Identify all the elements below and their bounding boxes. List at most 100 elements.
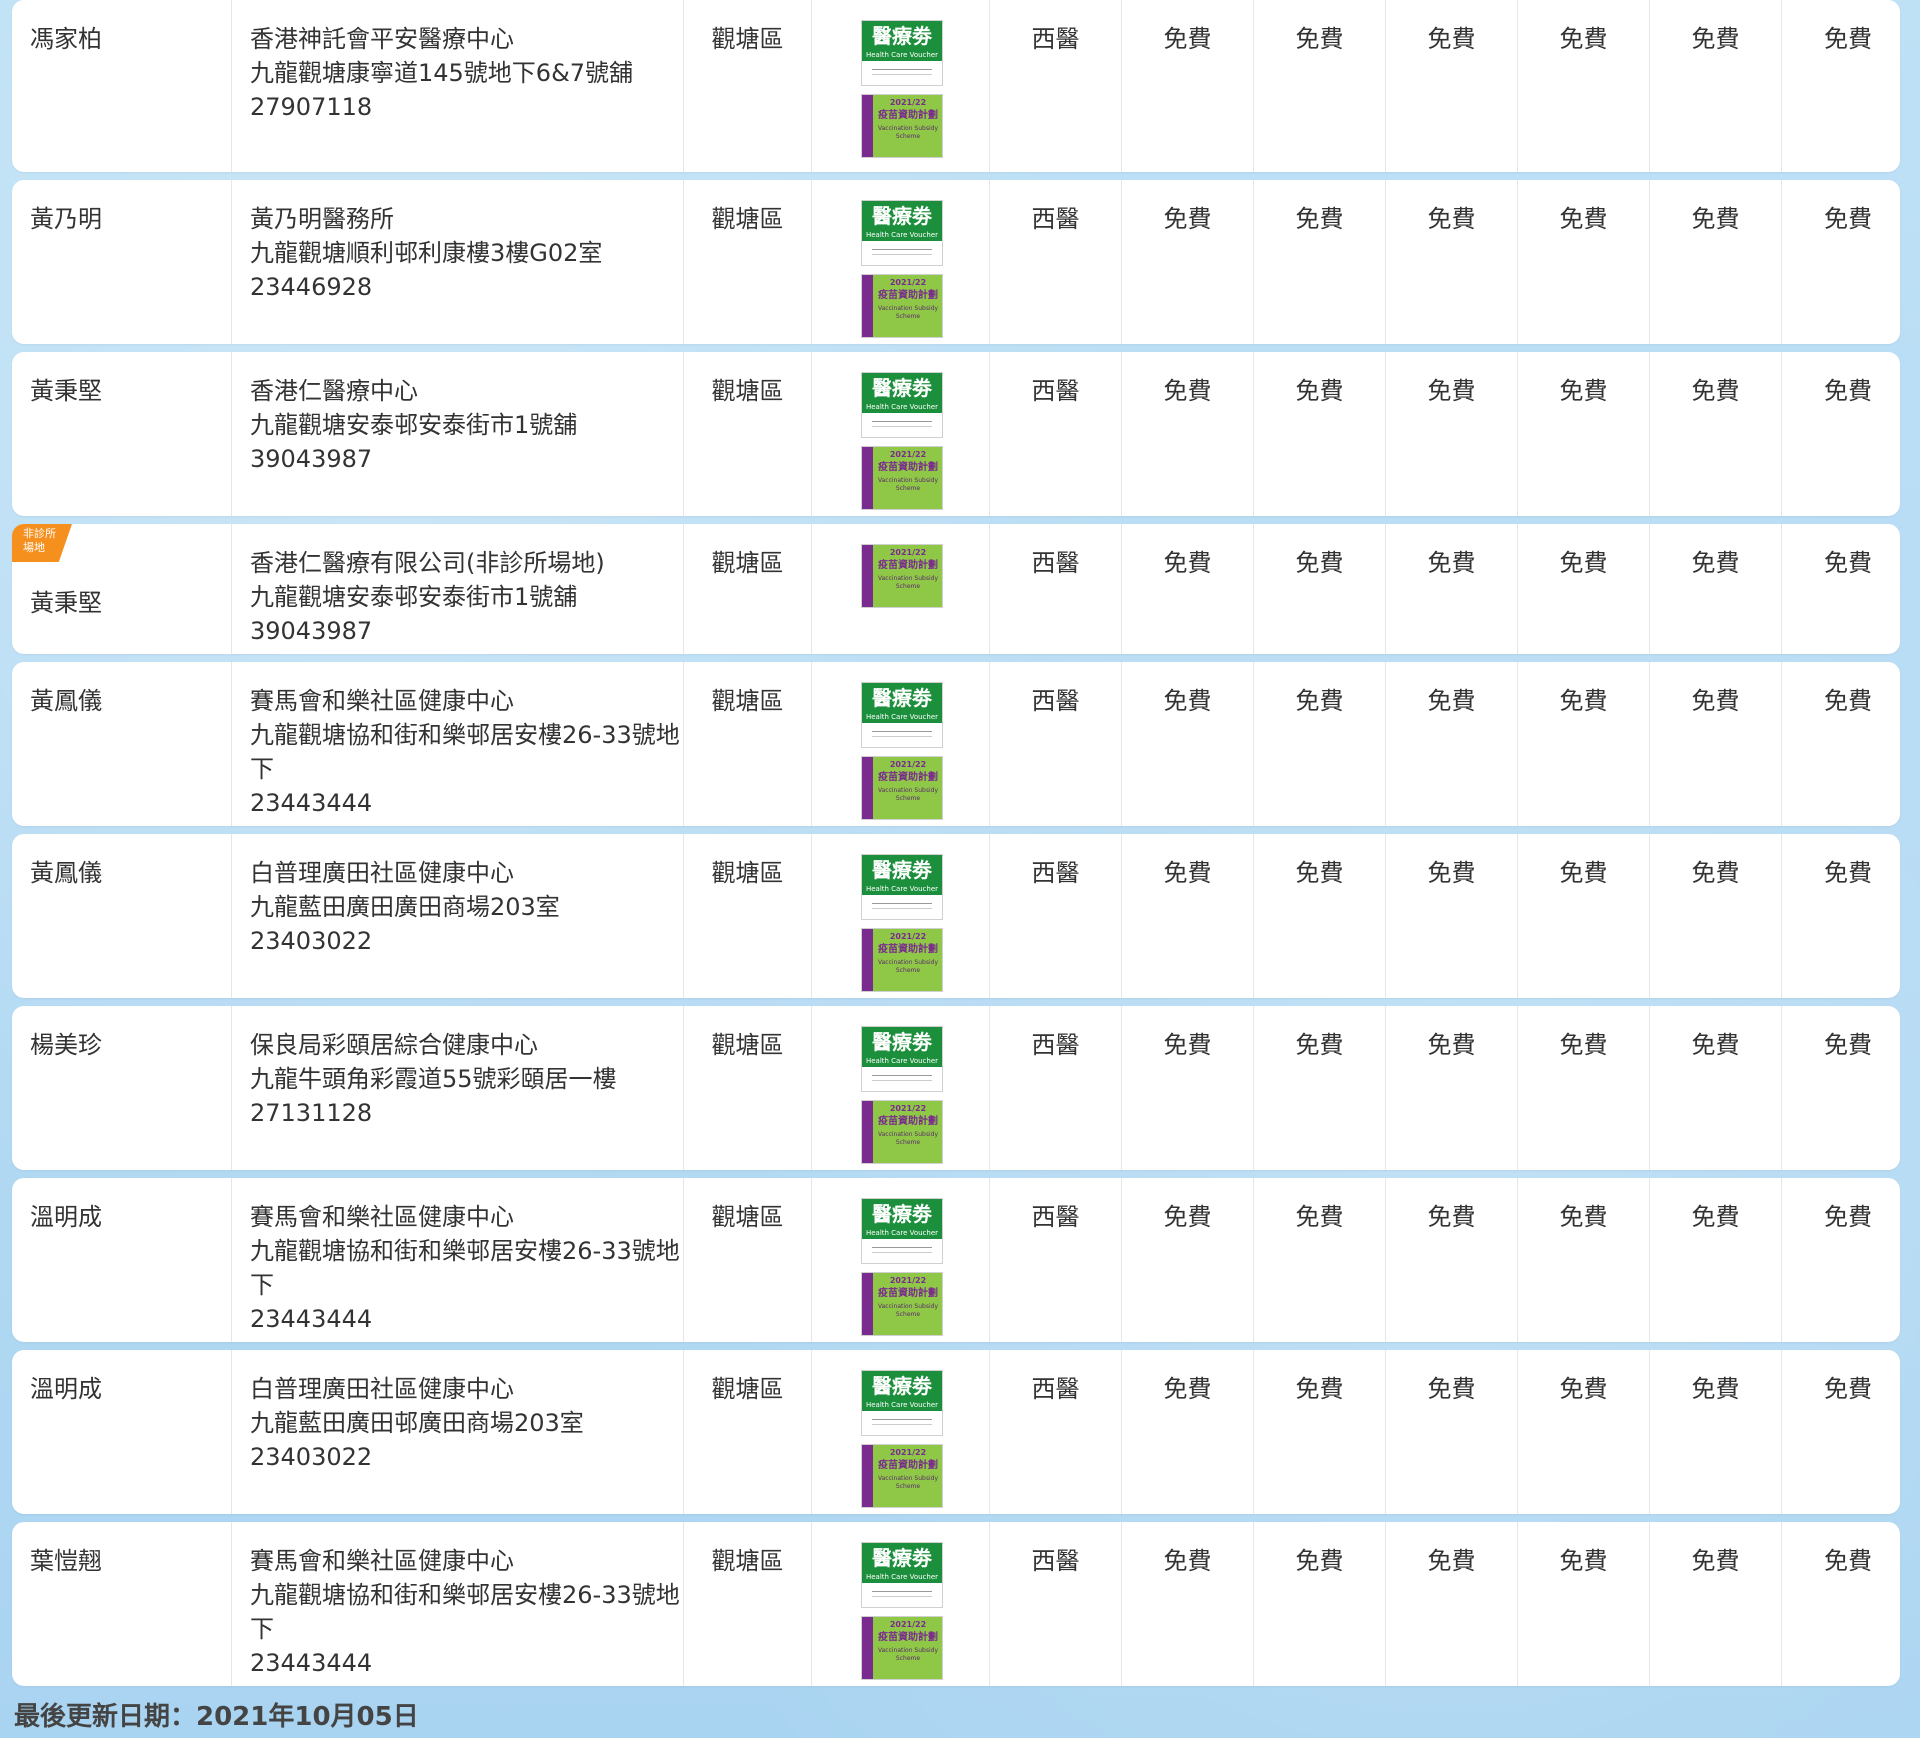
clinic-name[interactable]: 香港神託會平安醫療中心 — [250, 22, 683, 56]
vss-logo-year: 2021/22 — [889, 450, 927, 459]
vss-logo-subtitle: Vaccination Subsidy Scheme — [877, 787, 939, 802]
clinic-name[interactable]: 白普理廣田社區健康中心 — [250, 856, 683, 890]
clinic-info-cell: 白普理廣田社區健康中心 九龍藍田廣田廣田商場203室 23403022 — [232, 834, 684, 998]
clinic-phone[interactable]: 23403022 — [250, 1440, 683, 1474]
clinic-name[interactable]: 賽馬會和樂社區健康中心 — [250, 684, 683, 718]
doctor-name[interactable]: 葉愷翹 — [30, 1547, 102, 1575]
fee-cell: 免費 — [1650, 1350, 1782, 1514]
clinic-phone[interactable]: 39043987 — [250, 442, 683, 476]
vss-logo-title: 疫苗資助計劃 — [878, 1116, 938, 1127]
clinic-name[interactable]: 保良局彩頤居綜合健康中心 — [250, 1028, 683, 1062]
doctor-name[interactable]: 楊美珍 — [30, 1031, 102, 1059]
table-row[interactable]: 溫明成 白普理廣田社區健康中心 九龍藍田廣田邨廣田商場203室 23403022 觀塘區… — [12, 1350, 1900, 1514]
doctor-name[interactable]: 馮家柏 — [30, 25, 102, 53]
practice-type-cell: 西醫 — [990, 1522, 1122, 1686]
fee-label: 免費 — [1559, 687, 1608, 715]
vss-logo-stripe — [862, 447, 873, 509]
clinic-name[interactable]: 黃乃明醫務所 — [250, 202, 683, 236]
fee-label: 免費 — [1427, 859, 1476, 887]
fee-label: 免費 — [1295, 1547, 1344, 1575]
clinic-name[interactable]: 賽馬會和樂社區健康中心 — [250, 1544, 683, 1578]
clinic-phone[interactable]: 23443444 — [250, 1646, 683, 1680]
practice-type-cell: 西醫 — [990, 180, 1122, 344]
practice-type-cell: 西醫 — [990, 1178, 1122, 1342]
practice-type-cell: 西醫 — [990, 1006, 1122, 1170]
vss-logo-year: 2021/22 — [889, 760, 927, 769]
vss-logo-subtitle: Vaccination Subsidy Scheme — [877, 1303, 939, 1318]
doctor-name-cell: 溫明成 — [12, 1178, 232, 1342]
vss-logo-year: 2021/22 — [889, 1104, 927, 1113]
table-row[interactable]: 楊美珍 保良局彩頤居綜合健康中心 九龍牛頭角彩霞道55號彩頤居一樓 27131128 觀… — [12, 1006, 1900, 1170]
fee-cell: 免費 — [1782, 1522, 1914, 1686]
health-care-voucher-logo: 醫療劵 Health Care Voucher — [861, 854, 943, 920]
vss-logo-title: 疫苗資助計劃 — [878, 772, 938, 783]
hcv-logo-fineprint — [872, 1419, 932, 1425]
hcv-logo-header: 醫療劵 Health Care Voucher — [862, 1371, 942, 1411]
vss-logo-subtitle: Vaccination Subsidy Scheme — [877, 1475, 939, 1490]
fee-cell: 免費 — [1518, 1178, 1650, 1342]
fee-label: 免費 — [1824, 859, 1872, 887]
scheme-badges-cell: 醫療劵 Health Care Voucher 2021/22 疫苗資助計劃 Vacci… — [812, 1350, 990, 1514]
practice-type-label: 西醫 — [1031, 377, 1080, 405]
clinic-phone[interactable]: 23443444 — [250, 786, 683, 820]
doctor-name[interactable]: 黃秉堅 — [30, 589, 102, 617]
table-row[interactable]: 非診所 場地 黃秉堅 香港仁醫療有限公司(非診所場地) 九龍觀塘安泰邨安泰街市1號舖 3… — [12, 524, 1900, 654]
table-row[interactable]: 溫明成 賽馬會和樂社區健康中心 九龍觀塘協和街和樂邨居安樓26-33號地 下 2344… — [12, 1178, 1900, 1342]
doctor-name[interactable]: 溫明成 — [30, 1203, 102, 1231]
doctor-name-cell: 楊美珍 — [12, 1006, 232, 1170]
fee-label: 免費 — [1163, 377, 1212, 405]
doctor-name-cell: 黃秉堅 — [12, 352, 232, 516]
clinic-phone[interactable]: 27131128 — [250, 1096, 683, 1130]
doctor-name[interactable]: 黃鳳儀 — [30, 687, 102, 715]
fee-cell: 免費 — [1386, 1522, 1518, 1686]
fee-label: 免費 — [1824, 1375, 1872, 1403]
doctor-name[interactable]: 黃秉堅 — [30, 377, 102, 405]
clinic-name[interactable]: 香港仁醫療中心 — [250, 374, 683, 408]
fee-label: 免費 — [1691, 687, 1740, 715]
table-row[interactable]: 葉愷翹 賽馬會和樂社區健康中心 九龍觀塘協和街和樂邨居安樓26-33號地 下 2344… — [12, 1522, 1900, 1686]
table-row[interactable]: 黃秉堅 香港仁醫療中心 九龍觀塘安泰邨安泰街市1號舖 39043987 觀塘區 醫療劵 He… — [12, 352, 1900, 516]
scheme-badges-cell: 醫療劵 Health Care Voucher 2021/22 疫苗資助計劃 Vacci… — [812, 180, 990, 344]
fee-cell: 免費 — [1650, 834, 1782, 998]
scheme-badges-cell: 醫療劵 Health Care Voucher 2021/22 疫苗資助計劃 Vacci… — [812, 834, 990, 998]
health-care-voucher-logo: 醫療劵 Health Care Voucher — [861, 20, 943, 86]
fee-label: 免費 — [1691, 1031, 1740, 1059]
district-cell: 觀塘區 — [684, 1522, 812, 1686]
vaccination-subsidy-scheme-logo: 2021/22 疫苗資助計劃 Vaccination Subsidy Scheme — [861, 1100, 943, 1164]
clinic-name[interactable]: 賽馬會和樂社區健康中心 — [250, 1200, 683, 1234]
clinic-name[interactable]: 香港仁醫療有限公司(非診所場地) — [250, 546, 683, 580]
vss-logo-year: 2021/22 — [889, 98, 927, 107]
district-label: 觀塘區 — [711, 687, 784, 715]
clinic-phone[interactable]: 23443444 — [250, 1302, 683, 1336]
fee-label: 免費 — [1295, 549, 1344, 577]
clinic-phone[interactable]: 23403022 — [250, 924, 683, 958]
fee-cell: 免費 — [1386, 180, 1518, 344]
table-row[interactable]: 黃鳳儀 白普理廣田社區健康中心 九龍藍田廣田廣田商場203室 23403022 觀塘區醫… — [12, 834, 1900, 998]
hcv-logo-header: 醫療劵 Health Care Voucher — [862, 201, 942, 241]
fee-label: 免費 — [1824, 25, 1872, 53]
clinic-name[interactable]: 白普理廣田社區健康中心 — [250, 1372, 683, 1406]
hcv-logo-fineprint — [872, 421, 932, 427]
fee-cell: 免費 — [1122, 1350, 1254, 1514]
table-row[interactable]: 黃鳳儀 賽馬會和樂社區健康中心 九龍觀塘協和街和樂邨居安樓26-33號地 下 2344… — [12, 662, 1900, 826]
table-row[interactable]: 黃乃明 黃乃明醫務所 九龍觀塘順利邨利康樓3樓G02室 23446928 觀塘區 醫療劵 H… — [12, 180, 1900, 344]
clinic-info-cell: 賽馬會和樂社區健康中心 九龍觀塘協和街和樂邨居安樓26-33號地 下 2344344… — [232, 1178, 684, 1342]
doctor-name[interactable]: 黃鳳儀 — [30, 859, 102, 887]
fee-label: 免費 — [1163, 859, 1212, 887]
vss-logo-stripe — [862, 1445, 873, 1507]
clinic-phone[interactable]: 23446928 — [250, 270, 683, 304]
fee-label: 免費 — [1691, 1203, 1740, 1231]
hcv-logo-header: 醫療劵 Health Care Voucher — [862, 683, 942, 723]
scheme-badges-cell: 醫療劵 Health Care Voucher 2021/22 疫苗資助計劃 Vacci… — [812, 1522, 990, 1686]
health-care-voucher-logo: 醫療劵 Health Care Voucher — [861, 1198, 943, 1264]
clinic-phone[interactable]: 27907118 — [250, 90, 683, 124]
vss-logo-year: 2021/22 — [889, 1448, 927, 1457]
clinic-phone[interactable]: 39043987 — [250, 614, 683, 648]
scheme-badges-cell: 醫療劵 Health Care Voucher 2021/22 疫苗資助計劃 Vacci… — [812, 662, 990, 826]
table-row[interactable]: 馮家柏 香港神託會平安醫療中心 九龍觀塘康寧道145號地下6&7號舖 27907118… — [12, 0, 1900, 172]
doctor-name[interactable]: 黃乃明 — [30, 205, 102, 233]
doctor-name[interactable]: 溫明成 — [30, 1375, 102, 1403]
hcv-logo-fineprint — [872, 1247, 932, 1253]
fee-cell: 免費 — [1782, 1178, 1914, 1342]
hcv-logo-header: 醫療劵 Health Care Voucher — [862, 1199, 942, 1239]
